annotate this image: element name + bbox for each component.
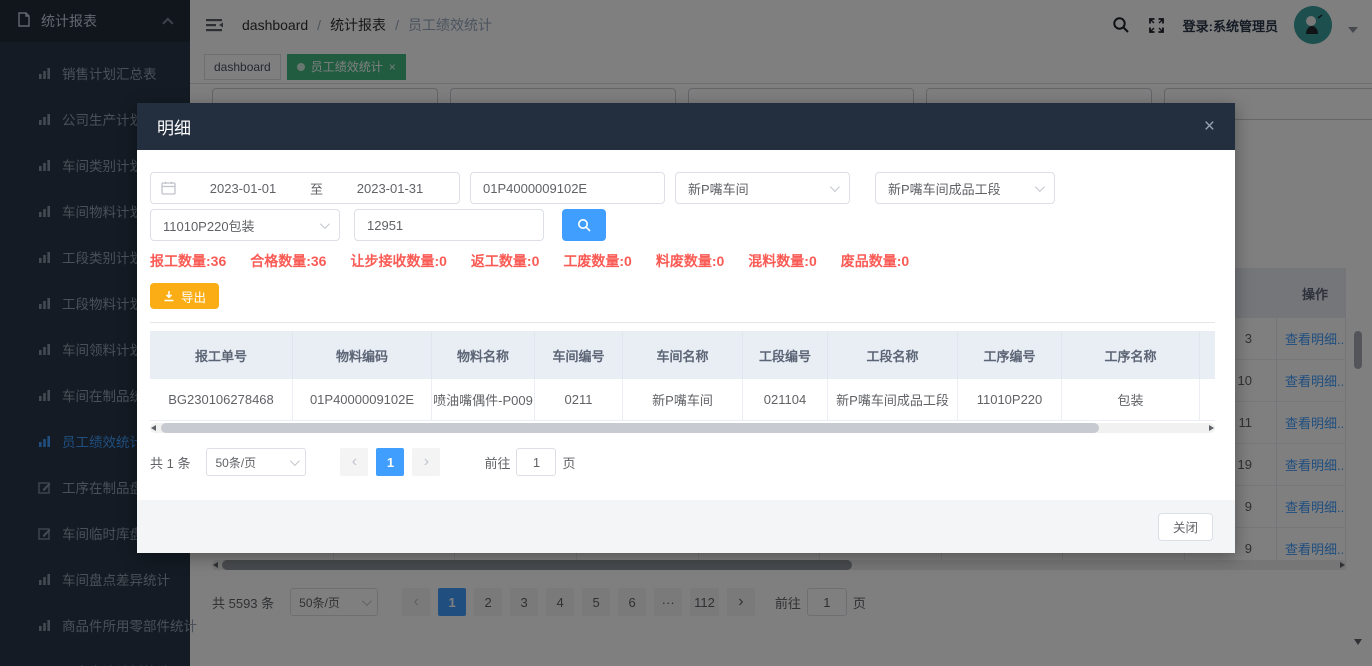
page-size-select[interactable]: 50条/页 [206, 448, 306, 476]
modal-horizontal-scrollbar[interactable] [150, 423, 1215, 433]
date-end-value[interactable]: 2023-01-31 [331, 181, 449, 196]
detail-table-row: BG230106278468 01P4000009102E 喷油嘴偶件-P009… [150, 379, 1215, 421]
stat-concession-qty: 让步接收数量:0 [350, 251, 446, 271]
col-header-report-no: 报工单号 [150, 331, 293, 379]
workshop-select-value: 新P嘴车间 [688, 179, 749, 198]
summary-stats: 报工数量:36 合格数量:36 让步接收数量:0 返工数量:0 工废数量:0 料… [150, 251, 1215, 271]
material-code-input[interactable] [471, 181, 664, 196]
workshop-select[interactable]: 新P嘴车间 [675, 172, 850, 204]
stat-mixed-material-qty: 混料数量:0 [748, 251, 816, 271]
col-header-section-no: 工段编号 [743, 331, 828, 379]
detail-modal: 明细 × 2023-01-01 至 2023-01-31 新P嘴车间 [137, 103, 1235, 553]
cell-material-name: 喷油嘴偶件-P009 [432, 379, 535, 420]
total-count: 共 1 条 [150, 453, 190, 472]
stat-material-scrap-qty: 料废数量:0 [656, 251, 724, 271]
divider [150, 322, 1215, 323]
stat-waste-qty: 废品数量:0 [841, 251, 909, 271]
material-code-field [470, 172, 665, 204]
modal-footer: 关闭 [137, 500, 1235, 553]
modal-horizontal-scrollbar-thumb[interactable] [161, 423, 1099, 433]
cell-process-name: 包装 [1062, 379, 1200, 420]
modal-header: 明细 × [137, 103, 1235, 150]
modal-title: 明细 [157, 114, 191, 139]
close-button[interactable]: 关闭 [1158, 513, 1213, 541]
col-header-material-name: 物料名称 [432, 331, 535, 379]
stat-qualified-qty: 合格数量:36 [250, 251, 326, 271]
search-button[interactable] [562, 209, 606, 241]
cell-section-no: 021104 [743, 379, 828, 420]
chevron-down-icon [290, 456, 300, 466]
goto-page-input[interactable] [516, 448, 556, 476]
page-unit-label: 页 [562, 453, 575, 472]
download-icon [163, 290, 175, 302]
date-start-value[interactable]: 2023-01-01 [184, 181, 302, 196]
close-icon[interactable]: × [1204, 117, 1215, 136]
stat-process-scrap-qty: 工废数量:0 [563, 251, 631, 271]
chevron-down-icon [1035, 182, 1045, 192]
stat-rework-qty: 返工数量:0 [471, 251, 539, 271]
calendar-icon [161, 181, 176, 195]
cell-material-code: 01P4000009102E [293, 379, 432, 420]
next-page-button[interactable]: › [412, 448, 440, 476]
chevron-down-icon [830, 182, 840, 192]
filter-row-1: 2023-01-01 至 2023-01-31 新P嘴车间 新P嘴车间成品工段 [150, 172, 1215, 204]
col-header-process-no: 工序编号 [958, 331, 1062, 379]
export-button-label: 导出 [181, 287, 206, 306]
page-button-1[interactable]: 1 [376, 448, 404, 476]
process-select-value: 11010P220包装 [163, 216, 255, 235]
prev-page-button[interactable]: ‹ [340, 448, 368, 476]
scroll-right-arrow-icon[interactable] [1209, 425, 1214, 431]
col-header-workshop-name: 车间名称 [623, 331, 743, 379]
cell-section-name: 新P嘴车间成品工段 [828, 379, 958, 420]
col-header-workshop-no: 车间编号 [535, 331, 623, 379]
stat-reported-qty: 报工数量:36 [150, 251, 226, 271]
filter-row-2: 11010P220包装 [150, 209, 1215, 241]
page-size-value: 50条/页 [215, 454, 256, 471]
date-range-separator: 至 [310, 179, 323, 198]
detail-table-header-row: 报工单号 物料编码 物料名称 车间编号 车间名称 工段编号 工段名称 工序编号 … [150, 331, 1215, 379]
modal-pagination: 共 1 条 50条/页 ‹ 1 › 前往 页 [150, 448, 1215, 476]
app-root: 统计报表 销售计划汇总表 公司生产计划完成统计 车间类别计划完成统计 车间物料计… [0, 0, 1372, 666]
worker-no-input[interactable] [355, 218, 543, 233]
col-header-process-name: 工序名称 [1062, 331, 1200, 379]
col-header-section-name: 工段名称 [828, 331, 958, 379]
section-select[interactable]: 新P嘴车间成品工段 [875, 172, 1055, 204]
cell-workshop-name: 新P嘴车间 [623, 379, 743, 420]
modal-body: 2023-01-01 至 2023-01-31 新P嘴车间 新P嘴车间成品工段 [137, 150, 1235, 500]
worker-no-field [354, 209, 544, 241]
magnifier-icon [577, 218, 591, 232]
export-button[interactable]: 导出 [150, 283, 219, 309]
process-select[interactable]: 11010P220包装 [150, 209, 340, 241]
date-range-picker[interactable]: 2023-01-01 至 2023-01-31 [150, 172, 460, 204]
cell-process-no: 11010P220 [958, 379, 1062, 420]
section-select-value: 新P嘴车间成品工段 [888, 179, 1001, 198]
cell-workshop-no: 0211 [535, 379, 623, 420]
cell-report-no: BG230106278468 [150, 379, 293, 420]
goto-label: 前往 [484, 453, 510, 472]
detail-table: 报工单号 物料编码 物料名称 车间编号 车间名称 工段编号 工段名称 工序编号 … [150, 331, 1215, 433]
chevron-down-icon [320, 219, 330, 229]
scroll-left-arrow-icon[interactable] [151, 425, 156, 431]
goto-page: 前往 页 [484, 448, 575, 476]
col-header-material-code: 物料编码 [293, 331, 432, 379]
